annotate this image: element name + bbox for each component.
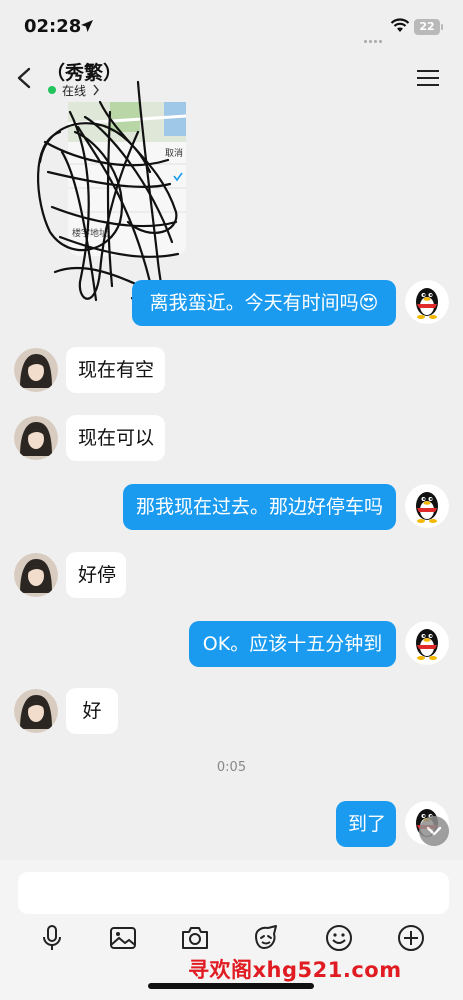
- incoming-message-bubble[interactable]: 好停: [66, 552, 126, 598]
- contact-avatar[interactable]: [14, 553, 58, 597]
- incoming-message-bubble[interactable]: 现在可以: [66, 415, 165, 461]
- message-row: 好: [0, 688, 463, 738]
- message-input[interactable]: [18, 872, 449, 914]
- message-row: 到了: [0, 801, 463, 851]
- message-row: OK。应该十五分钟到: [0, 621, 463, 671]
- self-penguin-avatar[interactable]: [405, 621, 449, 665]
- signal-icon: [364, 28, 386, 43]
- map-extra-label: 楼宇地址: [72, 229, 109, 239]
- chevron-down-icon: [426, 826, 442, 836]
- message-row: 那我现在过去。那边好停车吗: [0, 484, 463, 534]
- contact-name[interactable]: （秀繁）: [46, 58, 122, 85]
- outgoing-message-bubble[interactable]: 到了: [336, 801, 396, 847]
- emoji-icon[interactable]: [323, 922, 355, 954]
- map-cancel-label[interactable]: 取消: [165, 146, 183, 159]
- plus-icon[interactable]: [395, 922, 427, 954]
- message-timestamp: 0:05: [216, 760, 247, 775]
- camera-icon[interactable]: [179, 922, 211, 954]
- location-map-card[interactable]: 取消 楼宇地址: [68, 102, 186, 256]
- location-arrow-icon: [81, 20, 93, 32]
- scroll-to-bottom-button[interactable]: [419, 816, 449, 846]
- self-penguin-avatar[interactable]: [405, 484, 449, 528]
- message-row: 离我蛮近。今天有时间吗😍: [0, 280, 463, 330]
- online-status-dot: [48, 86, 56, 94]
- outgoing-message-bubble[interactable]: 离我蛮近。今天有时间吗😍: [132, 280, 396, 326]
- back-arrow-icon[interactable]: [14, 66, 36, 90]
- status-time: 02:28: [24, 16, 82, 37]
- incoming-message-bubble[interactable]: 现在有空: [66, 347, 165, 393]
- message-row: 现在可以: [0, 415, 463, 465]
- self-penguin-avatar[interactable]: [405, 280, 449, 324]
- outgoing-message-bubble[interactable]: 那我现在过去。那边好停车吗: [123, 484, 396, 530]
- contact-avatar[interactable]: [14, 689, 58, 733]
- wifi-icon: [390, 18, 410, 32]
- contact-avatar[interactable]: [14, 348, 58, 392]
- chevron-right-icon[interactable]: [92, 84, 100, 96]
- message-row: 好停: [0, 552, 463, 602]
- sticker-icon[interactable]: [250, 922, 282, 954]
- composer-toolbar: [0, 922, 463, 958]
- chat-header: （秀繁） 在线: [0, 52, 463, 102]
- contact-avatar[interactable]: [14, 416, 58, 460]
- microphone-icon[interactable]: [36, 922, 68, 954]
- status-bar: 02:28 22: [0, 0, 463, 52]
- battery-icon: 22: [414, 19, 443, 35]
- watermark-text: 寻欢阁xhg521.com: [188, 958, 402, 982]
- home-indicator[interactable]: [148, 983, 314, 989]
- incoming-message-bubble[interactable]: 好: [66, 688, 118, 734]
- message-row: 现在有空: [0, 347, 463, 397]
- outgoing-message-bubble[interactable]: OK。应该十五分钟到: [189, 621, 396, 667]
- menu-icon[interactable]: [416, 68, 440, 88]
- image-icon[interactable]: [107, 922, 139, 954]
- online-status-label[interactable]: 在线: [62, 82, 86, 99]
